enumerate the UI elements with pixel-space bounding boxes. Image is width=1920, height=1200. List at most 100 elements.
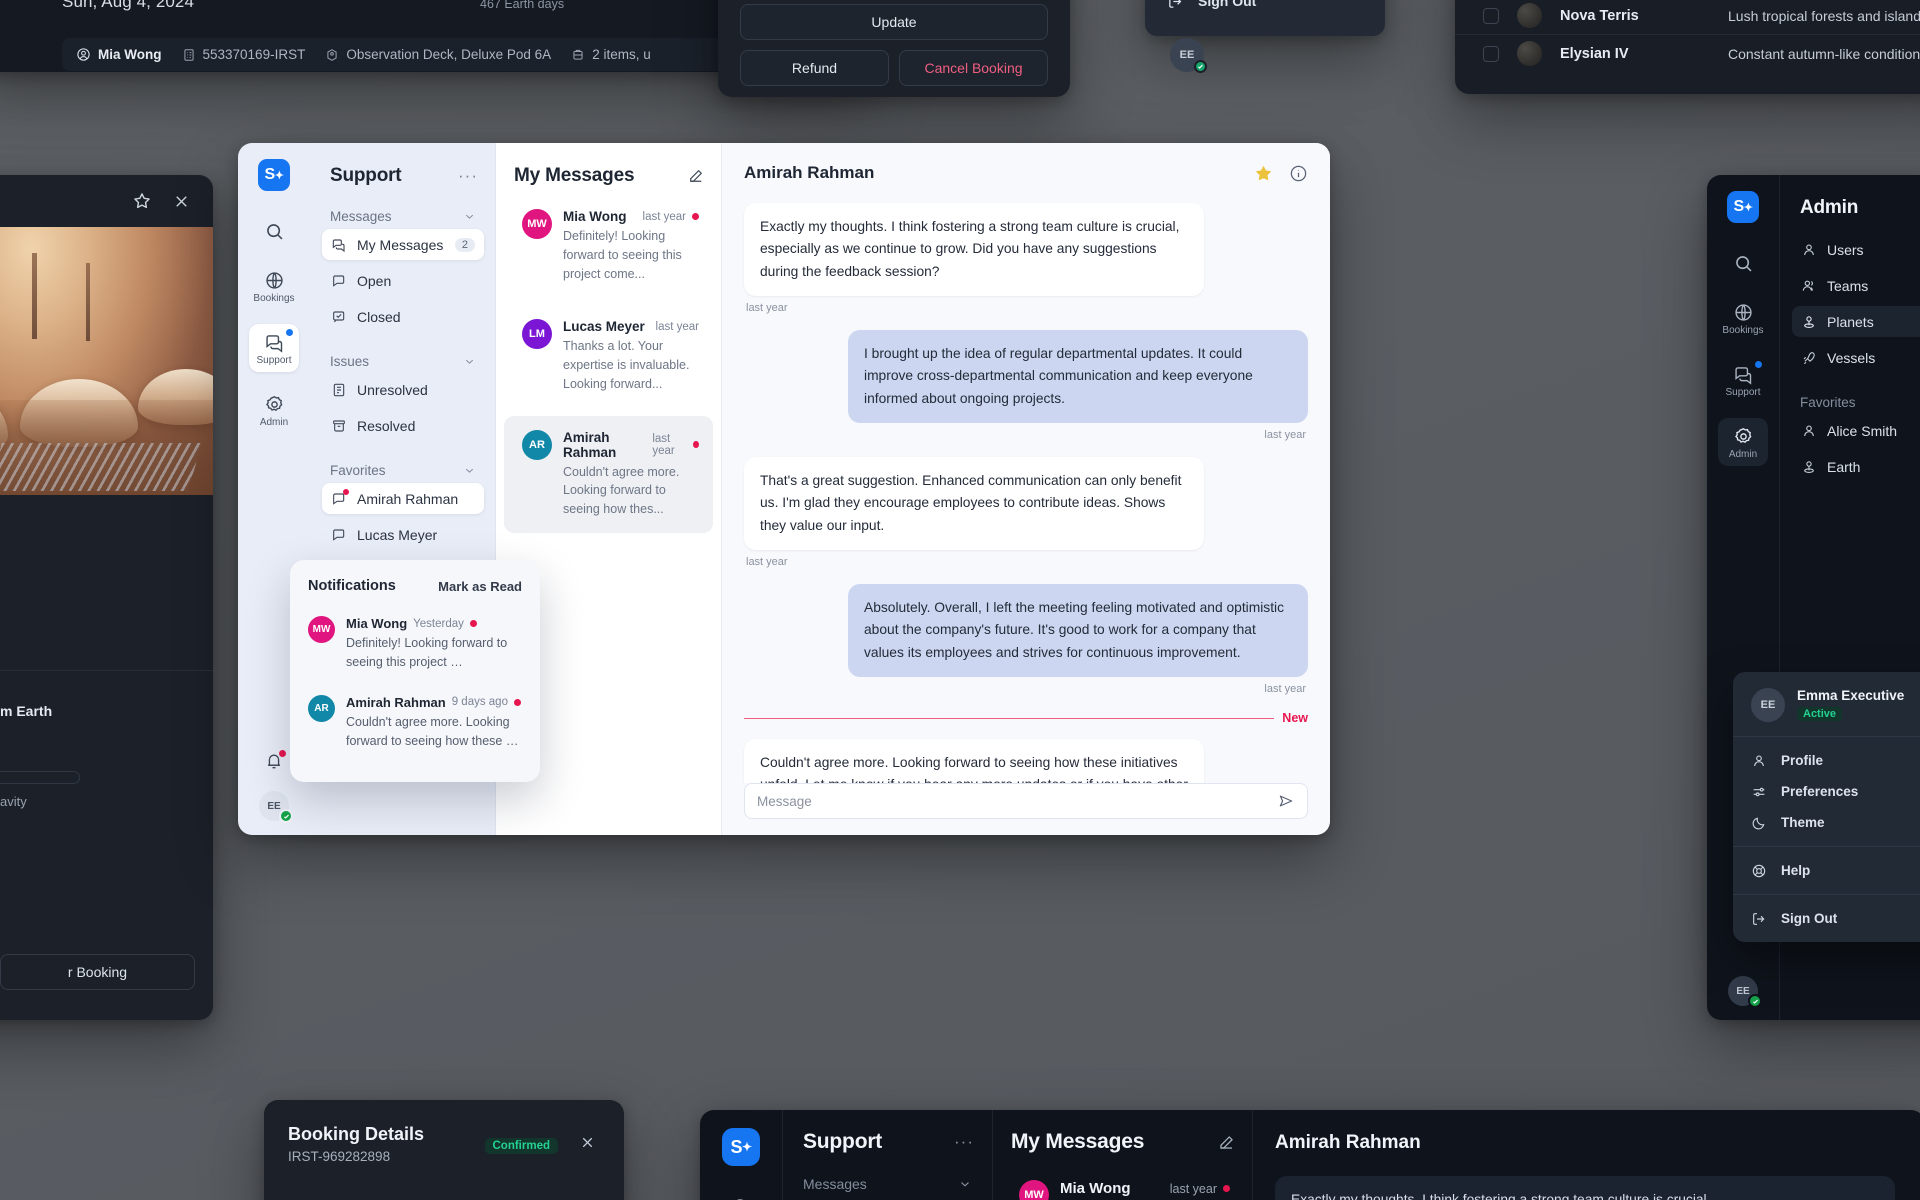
notifications-title: Notifications bbox=[308, 578, 396, 594]
menu-item-sign-out[interactable]: Sign Out bbox=[1733, 903, 1920, 934]
nav-group-issues[interactable]: Issues bbox=[322, 354, 484, 369]
menu-item-preferences[interactable]: Preferences bbox=[1733, 776, 1920, 807]
nav-item-amirah-rahman[interactable]: Amirah Rahman bbox=[322, 483, 484, 514]
planet-thumbnail bbox=[1517, 41, 1542, 66]
star-icon[interactable] bbox=[132, 191, 152, 211]
planets-table: Nova Terris Lush tropical forests and is… bbox=[1455, 0, 1920, 94]
list-item-preview: Thanks a lot. Your expertise is invaluab… bbox=[563, 339, 690, 391]
menu-item-profile[interactable]: Profile bbox=[1733, 745, 1920, 776]
rail-item-bookings[interactable]: Bookings bbox=[1718, 294, 1768, 342]
app-logo[interactable]: S ✦ bbox=[1727, 191, 1759, 223]
list-item[interactable]: LM Lucas Meyer last year Thanks a lot. Y… bbox=[504, 305, 713, 407]
nav-item-planets[interactable]: Planets bbox=[1792, 306, 1920, 337]
nav-item-vessels[interactable]: Vessels bbox=[1792, 342, 1920, 373]
send-icon[interactable] bbox=[1277, 792, 1295, 810]
mark-as-read-button[interactable]: Mark as Read bbox=[438, 579, 522, 594]
more-options-icon[interactable]: ··· bbox=[458, 167, 478, 184]
left-card-booking-button[interactable]: r Booking bbox=[0, 954, 195, 990]
nav-group-messages-label: Messages bbox=[803, 1176, 867, 1192]
close-icon[interactable] bbox=[172, 192, 191, 211]
nav-item-unresolved-label: Unresolved bbox=[357, 381, 428, 398]
user-name: Emma Executive bbox=[1797, 688, 1905, 703]
list-item-time: last year bbox=[655, 320, 699, 333]
avatar[interactable]: EE bbox=[259, 791, 293, 823]
table-row[interactable]: Nova Terris Lush tropical forests and is… bbox=[1455, 0, 1920, 34]
app-logo[interactable]: S ✦ bbox=[258, 159, 290, 191]
rail-item-bookings[interactable]: Bookings bbox=[249, 262, 299, 310]
nav-item-alice-smith[interactable]: Alice Smith bbox=[1792, 415, 1920, 446]
messages-icon bbox=[1733, 364, 1754, 385]
notification-text: Couldn't agree more. Looking forward to … bbox=[346, 714, 519, 749]
notification-item[interactable]: MW Mia Wong Yesterday Definitely! Lookin… bbox=[308, 616, 522, 673]
message-composer[interactable]: Message bbox=[744, 783, 1308, 819]
page-title: Support bbox=[803, 1130, 883, 1153]
message-input-placeholder[interactable]: Message bbox=[757, 794, 812, 809]
nav-group-messages[interactable]: Messages bbox=[322, 209, 484, 224]
row-checkbox[interactable] bbox=[1483, 7, 1499, 24]
rail-item-search[interactable] bbox=[249, 213, 299, 248]
rail-item-search[interactable] bbox=[716, 1188, 766, 1200]
user-icon bbox=[1751, 753, 1767, 769]
nav-item-unresolved[interactable]: Unresolved bbox=[322, 374, 484, 405]
avatar[interactable]: EE bbox=[1728, 976, 1762, 1008]
bottom-support-window: S ✦ Support ··· Messages My Messages MW … bbox=[700, 1110, 1920, 1200]
sliders-icon bbox=[1751, 784, 1767, 800]
online-badge-icon bbox=[1748, 994, 1762, 1008]
update-button[interactable]: Update bbox=[740, 4, 1048, 40]
rail-item-support[interactable]: Support bbox=[249, 324, 299, 372]
more-options-icon[interactable]: ··· bbox=[954, 1133, 974, 1150]
status-badge: Active bbox=[1797, 707, 1843, 721]
left-card-gravity-label: avity bbox=[0, 794, 27, 809]
rail-item-admin[interactable]: Admin bbox=[249, 386, 299, 434]
rail-item-admin[interactable]: Admin bbox=[1718, 418, 1768, 466]
close-icon[interactable] bbox=[579, 1134, 596, 1151]
nav-group-favorites[interactable]: Favorites bbox=[322, 463, 484, 478]
nav-item-resolved[interactable]: Resolved bbox=[322, 410, 484, 441]
compose-icon[interactable] bbox=[687, 167, 705, 185]
nav-group-messages[interactable]: Messages bbox=[795, 1176, 980, 1192]
signout-menu-item[interactable]: Sign Out bbox=[1145, 0, 1385, 14]
row-checkbox[interactable] bbox=[1483, 45, 1499, 62]
nav-item-open[interactable]: Open bbox=[322, 265, 484, 296]
nav-item-users[interactable]: Users bbox=[1792, 234, 1920, 265]
nav-item-my-messages[interactable]: My Messages 2 bbox=[322, 229, 484, 260]
list-item[interactable]: AR Amirah Rahman last year Couldn't agre… bbox=[504, 415, 713, 533]
conversation-body: Exactly my thoughts. I think fostering a… bbox=[722, 203, 1330, 783]
status-badge: Confirmed bbox=[484, 1138, 558, 1154]
notification-name: Mia Wong bbox=[346, 616, 408, 631]
refund-button[interactable]: Refund bbox=[740, 50, 889, 86]
menu-item-help[interactable]: Help bbox=[1733, 855, 1920, 886]
chevron-down-icon bbox=[463, 355, 476, 368]
nav-item-lucas-meyer[interactable]: Lucas Meyer bbox=[322, 519, 484, 550]
compose-icon[interactable] bbox=[1217, 1133, 1236, 1152]
cancel-booking-button[interactable]: Cancel Booking bbox=[899, 50, 1048, 86]
app-logo[interactable]: S ✦ bbox=[722, 1128, 760, 1166]
list-item-time: last year bbox=[1169, 1181, 1217, 1196]
table-row[interactable]: Elysian IV Constant autumn-like conditio… bbox=[1455, 34, 1920, 72]
message-list-title: My Messages bbox=[1011, 1130, 1145, 1153]
moon-icon bbox=[1751, 815, 1767, 831]
new-messages-divider: New bbox=[744, 711, 1308, 725]
star-icon[interactable] bbox=[1254, 164, 1273, 183]
menu-item-theme[interactable]: Theme bbox=[1733, 807, 1920, 838]
planet-icon bbox=[1801, 459, 1817, 475]
nav-item-earth[interactable]: Earth bbox=[1792, 451, 1920, 482]
message-list: My Messages MW Mia Wong last year bbox=[992, 1110, 1252, 1200]
rocket-icon bbox=[1801, 350, 1817, 366]
notification-item[interactable]: AR Amirah Rahman 9 days ago Couldn't agr… bbox=[308, 694, 522, 752]
info-icon[interactable] bbox=[1289, 164, 1308, 183]
list-item[interactable]: MW Mia Wong last year bbox=[1001, 1162, 1244, 1200]
nav-group-favorites: Favorites bbox=[1792, 395, 1920, 410]
nav-item-closed[interactable]: Closed bbox=[322, 301, 484, 332]
rail-item-search[interactable] bbox=[1718, 245, 1768, 280]
list-item-name: Lucas Meyer bbox=[563, 319, 645, 335]
nav-item-teams[interactable]: Teams bbox=[1792, 270, 1920, 301]
notifications-bell-button[interactable] bbox=[264, 750, 286, 771]
rail-item-support-label: Support bbox=[256, 355, 292, 366]
rail-item-support[interactable]: Support bbox=[1718, 356, 1768, 404]
booking-meta-customer-label: Mia Wong bbox=[98, 47, 162, 62]
globe-icon bbox=[1733, 302, 1754, 323]
list-item[interactable]: MW Mia Wong last year Definitely! Lookin… bbox=[504, 195, 713, 297]
chevron-down-icon bbox=[463, 464, 476, 477]
avatar[interactable]: EE bbox=[1170, 38, 1207, 73]
